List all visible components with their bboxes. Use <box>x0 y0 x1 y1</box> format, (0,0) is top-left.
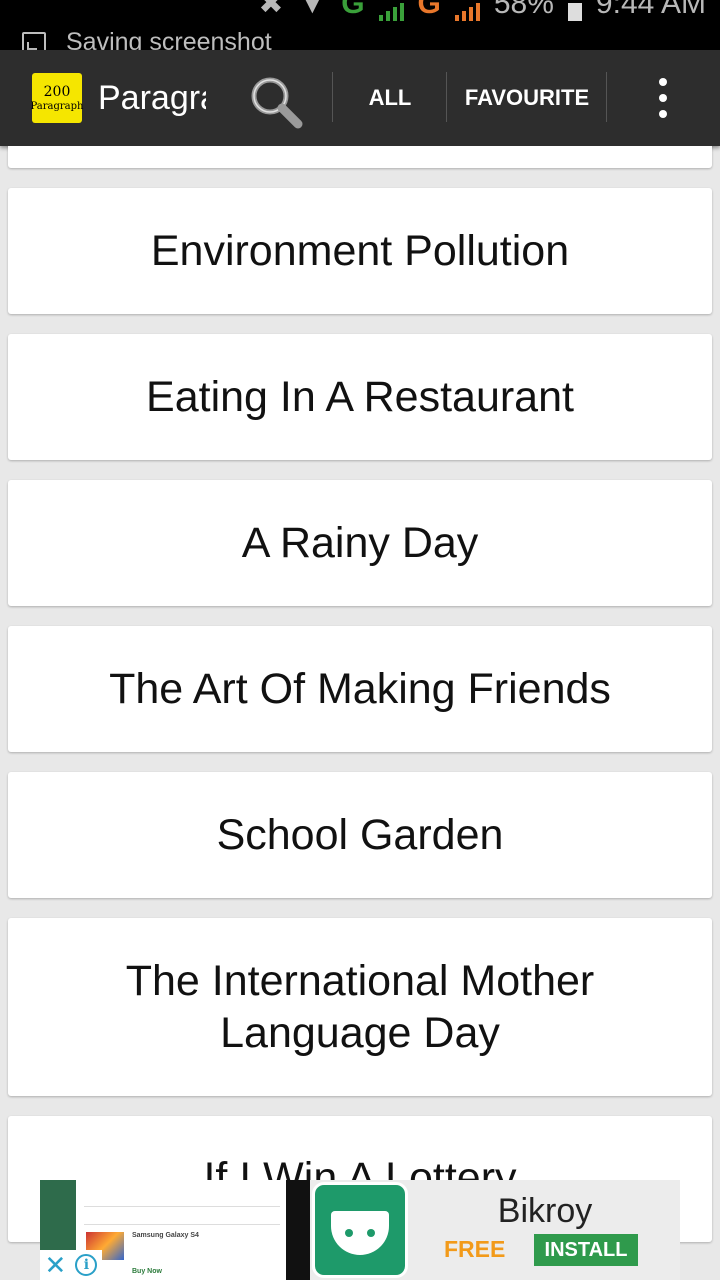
image-icon <box>22 31 46 50</box>
status-icons-row: ✖ ▼ G G 58% 9:44 AM <box>0 0 720 21</box>
ad-banner[interactable]: Samsung Galaxy S4 Buy Now ✕ i Bikroy FRE… <box>40 1180 680 1280</box>
ad-price-label: FREE <box>444 1236 506 1262</box>
app-logo[interactable]: 200 Paragraph <box>30 73 84 123</box>
divider <box>446 72 447 122</box>
tab-all[interactable]: ALL <box>334 50 446 146</box>
bluetooth-icon: ✖ <box>258 0 284 20</box>
list-item[interactable]: The Art Of Making Friends <box>8 626 712 752</box>
system-indicators: ✖ ▼ G G 58% 9:44 AM <box>258 0 706 21</box>
list-item-title: Eating In A Restaurant <box>146 373 574 421</box>
battery-icon <box>567 3 582 21</box>
list-item[interactable] <box>8 146 712 168</box>
list-item[interactable]: A Rainy Day <box>8 480 712 606</box>
close-icon[interactable]: ✕ <box>45 1252 67 1278</box>
battery-level: 58% <box>493 0 554 20</box>
paragraph-list: Environment Pollution Eating In A Restau… <box>0 146 720 1280</box>
network-type-2: G <box>417 0 441 20</box>
list-item[interactable]: Environment Pollution <box>8 188 712 314</box>
list-item[interactable]: The International Mother Language Day <box>8 918 712 1096</box>
bikroy-app-icon <box>312 1182 408 1278</box>
install-button[interactable]: INSTALL <box>534 1234 638 1266</box>
tab-favourite[interactable]: FAVOURITE <box>448 50 606 146</box>
list-item-title: The International Mother Language Day <box>125 957 595 1057</box>
network-type-1: G <box>341 0 365 20</box>
list-item-title: A Rainy Day <box>241 519 479 567</box>
logo-number: 200 <box>43 83 71 100</box>
search-icon[interactable] <box>246 72 306 132</box>
logo-word: Paragraph <box>30 100 84 112</box>
info-icon[interactable]: i <box>75 1254 98 1276</box>
status-bar: ✖ ▼ G G 58% 9:44 AM Saving screenshot <box>0 0 720 50</box>
ad-app-name: Bikroy <box>497 1192 593 1230</box>
divider <box>606 72 607 122</box>
ad-screenshot-screen: Samsung Galaxy S4 Buy Now <box>76 1180 286 1280</box>
clock: 9:44 AM <box>595 0 706 20</box>
list-item[interactable]: School Garden <box>8 772 712 898</box>
list-item-title: The Art Of Making Friends <box>109 665 611 713</box>
list-item-title: Environment Pollution <box>150 227 570 275</box>
app-bar: 200 Paragraph Paragraph ALL FAVOURITE <box>0 50 720 146</box>
list-item[interactable]: Eating In A Restaurant <box>8 334 712 460</box>
notification-text: Saving screenshot <box>66 28 272 50</box>
divider <box>332 72 333 122</box>
app-title: Paragraph <box>98 79 206 117</box>
notification-ticker: Saving screenshot <box>22 28 272 50</box>
ad-controls: ✕ i <box>40 1250 102 1280</box>
list-item-title: School Garden <box>216 811 504 859</box>
wifi-icon: ▼ <box>297 0 328 20</box>
ad-preview-product: Samsung Galaxy S4 <box>132 1232 199 1239</box>
ad-preview-buy: Buy Now <box>132 1268 162 1275</box>
signal-icon <box>378 3 404 21</box>
overflow-menu-icon[interactable] <box>648 78 678 118</box>
signal-icon-2 <box>454 3 480 21</box>
